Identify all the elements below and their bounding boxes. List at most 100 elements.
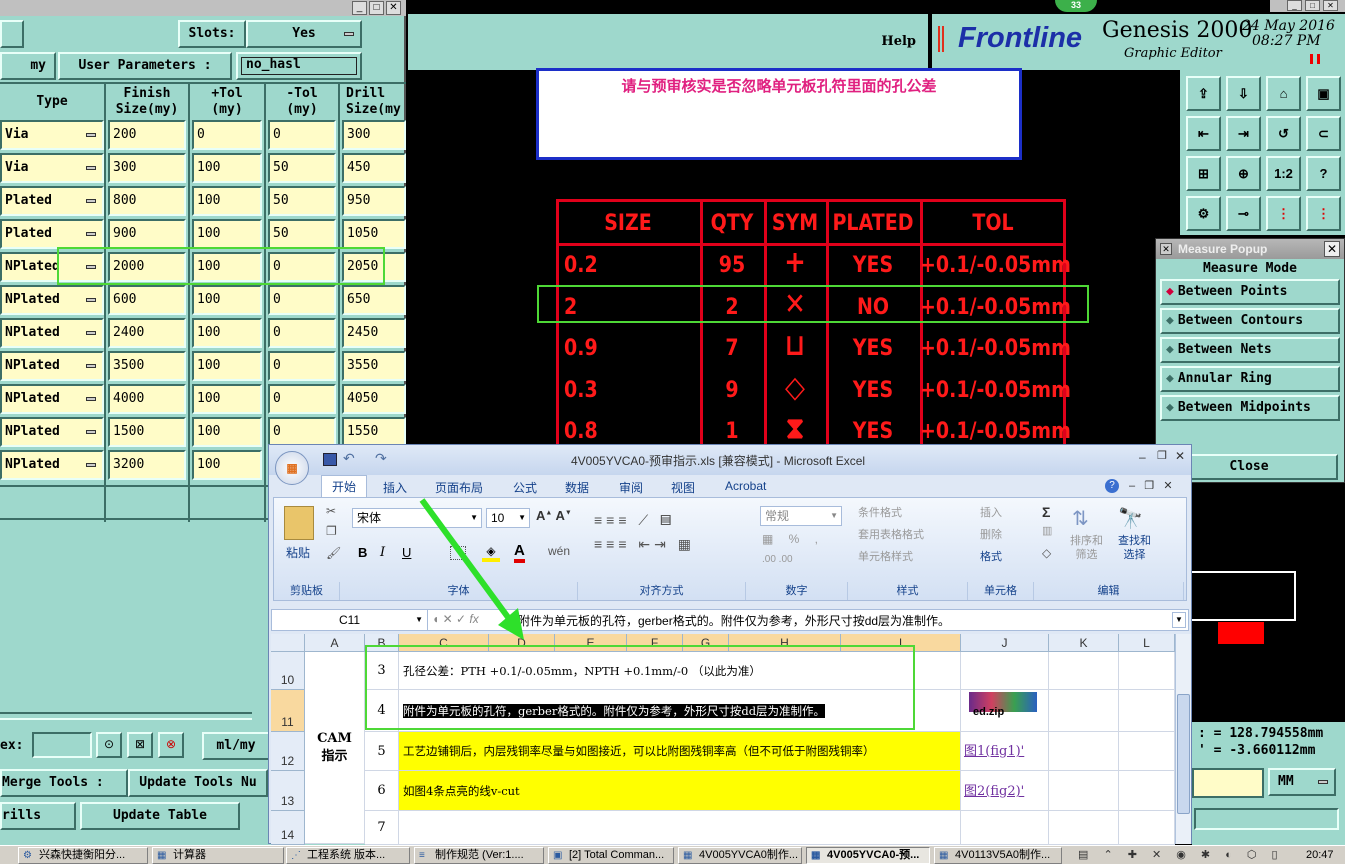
- tool-type-dropdown[interactable]: Plated: [0, 186, 104, 216]
- cell-item[interactable]: 删除: [980, 526, 1002, 542]
- move-right-icon[interactable]: ⇥: [1226, 116, 1261, 151]
- vertical-scrollbar[interactable]: [1175, 634, 1191, 844]
- column-header[interactable]: K: [1049, 634, 1119, 652]
- genesis-minimize-icon[interactable]: _: [1287, 0, 1302, 11]
- paste-label[interactable]: 粘贴: [286, 544, 310, 561]
- tool-type-dropdown[interactable]: NPlated: [0, 417, 104, 447]
- tool-ptol-field[interactable]: 100: [192, 153, 262, 183]
- maximize-icon[interactable]: □: [369, 1, 384, 15]
- popup-close-icon[interactable]: ✕: [1324, 241, 1340, 257]
- download-icon[interactable]: ⇩: [1226, 76, 1261, 111]
- copy-icon[interactable]: ❐: [326, 524, 337, 538]
- tool-mtol-field[interactable]: 0: [268, 120, 336, 150]
- grow-font-icon[interactable]: A▲ A▼: [536, 508, 572, 523]
- italic-button[interactable]: I: [380, 545, 385, 560]
- tool-type-dropdown[interactable]: NPlated: [0, 285, 104, 315]
- measure-option[interactable]: ◆ Annular Ring: [1160, 366, 1340, 392]
- item-number-cell[interactable]: 7: [365, 811, 399, 845]
- tool-ptol-field[interactable]: 100: [192, 384, 262, 414]
- taskbar-item[interactable]: ▦ 计算器: [152, 847, 284, 864]
- tool-type-dropdown[interactable]: Via: [0, 120, 104, 150]
- settings-icon[interactable]: ⚙: [1186, 196, 1221, 231]
- tool-type-dropdown[interactable]: Via: [0, 153, 104, 183]
- alignment-icons[interactable]: ≡≡≡ ⟋ ▤ ≡≡≡ ⇤⇥ ▦: [594, 508, 720, 564]
- undo-icon[interactable]: ↺: [1266, 116, 1301, 151]
- user-params-field[interactable]: no_hasl: [236, 52, 362, 80]
- filter-icon[interactable]: ⊠: [127, 732, 153, 758]
- tool-mtol-field[interactable]: 0: [268, 417, 336, 447]
- bold-button[interactable]: B: [358, 545, 367, 560]
- measure-option[interactable]: ◆ Between Nets: [1160, 337, 1340, 363]
- tool-finish-field[interactable]: 4000: [108, 384, 186, 414]
- redo-icon[interactable]: ↷: [375, 450, 387, 467]
- measure-option[interactable]: ◆ Between Midpoints: [1160, 395, 1340, 421]
- taskbar-item[interactable]: ▦ 4V005YVCA0-预...: [806, 847, 930, 864]
- fill-icon[interactable]: ▥: [1042, 524, 1052, 537]
- attachment-cell[interactable]: 图2(fig2)': [961, 771, 1049, 811]
- tool-finish-field[interactable]: 3200: [108, 450, 186, 480]
- tool-ptol-field[interactable]: 0: [192, 120, 262, 150]
- grid-cell[interactable]: [1049, 732, 1119, 771]
- tool-type-dropdown[interactable]: NPlated: [0, 384, 104, 414]
- decimal-icons[interactable]: .00 .00: [762, 554, 793, 565]
- home-icon[interactable]: ⌂: [1266, 76, 1301, 111]
- row-header[interactable]: 11: [271, 690, 305, 732]
- ribbon-tab[interactable]: 视图: [671, 479, 695, 496]
- cell-item[interactable]: 插入: [980, 504, 1002, 520]
- excel-minimize-icon[interactable]: –: [1139, 450, 1146, 464]
- tool-type-dropdown[interactable]: Plated: [0, 219, 104, 249]
- grid-cell[interactable]: [1049, 811, 1119, 845]
- cut-icon[interactable]: ✂: [326, 504, 336, 518]
- tool-drill-field[interactable]: 2450: [342, 318, 406, 348]
- expand-formula-icon[interactable]: ▼: [1172, 612, 1186, 628]
- grid-cell[interactable]: [1119, 652, 1175, 690]
- fit-icon[interactable]: ⊞: [1186, 156, 1221, 191]
- excel-close-icon[interactable]: ✕: [1175, 449, 1185, 463]
- tool-drill-field[interactable]: 1050: [342, 219, 406, 249]
- ribbon-window-controls[interactable]: – ❐ ✕: [1129, 479, 1173, 492]
- grid-cell[interactable]: [1119, 690, 1175, 732]
- minimize-icon[interactable]: _: [352, 1, 367, 15]
- row-header[interactable]: 12: [271, 732, 305, 771]
- style-item[interactable]: 套用表格格式: [858, 526, 924, 542]
- tool-drill-field[interactable]: 450: [342, 153, 406, 183]
- units-button[interactable]: ml/my: [202, 732, 270, 760]
- save-icon[interactable]: [323, 453, 337, 466]
- sum-icon[interactable]: Σ: [1042, 504, 1050, 520]
- office-button-icon[interactable]: ▦: [275, 451, 309, 485]
- tool-ptol-field[interactable]: 100: [192, 417, 262, 447]
- grid-cell[interactable]: [1049, 690, 1119, 732]
- cell-item[interactable]: 格式: [980, 548, 1002, 564]
- column-header[interactable]: L: [1119, 634, 1175, 652]
- layer-icon[interactable]: ⋮: [1266, 196, 1301, 231]
- left-edge-button[interactable]: [0, 20, 24, 48]
- tool-finish-field[interactable]: 800: [108, 186, 186, 216]
- cam-instruction-cell[interactable]: CAM 指示: [305, 652, 365, 844]
- unit-box[interactable]: my: [0, 52, 56, 80]
- tool-type-dropdown[interactable]: NPlated: [0, 351, 104, 381]
- tool-mtol-field[interactable]: 0: [268, 384, 336, 414]
- ex-input[interactable]: [32, 732, 92, 758]
- clear-icon-ribbon[interactable]: ◇: [1042, 546, 1051, 560]
- tool-mtol-field[interactable]: 50: [268, 186, 336, 216]
- tool-drill-field[interactable]: 650: [342, 285, 406, 315]
- grid-cell[interactable]: [1119, 771, 1175, 811]
- ribbon-tab[interactable]: Acrobat: [725, 479, 766, 493]
- name-box[interactable]: C11 ▼: [272, 610, 428, 630]
- tool-finish-field[interactable]: 1500: [108, 417, 186, 447]
- tray-icons[interactable]: ▤ ⌃ ✚ ✕ ◉ ✱ ◐ ⬡ ▯: [1078, 848, 1284, 861]
- tool-drill-field[interactable]: 300: [342, 120, 406, 150]
- sort-filter-label[interactable]: 排序和 筛选: [1070, 534, 1103, 562]
- style-item[interactable]: 条件格式: [858, 504, 902, 520]
- grid-cell[interactable]: [1049, 771, 1119, 811]
- column-header[interactable]: J: [961, 634, 1049, 652]
- taskbar-item[interactable]: ⚙ 兴森快捷衡阳分...: [18, 847, 148, 864]
- ribbon-tab[interactable]: 开始: [321, 475, 368, 499]
- tool-ptol-field[interactable]: 100: [192, 186, 262, 216]
- row-header[interactable]: 14: [271, 811, 305, 845]
- tool-type-dropdown[interactable]: NPlated: [0, 318, 104, 348]
- find-select-label[interactable]: 查找和 选择: [1118, 534, 1151, 562]
- help-icon[interactable]: ?: [1306, 156, 1341, 191]
- instruction-cell[interactable]: 如图4条点亮的线v-cut: [399, 771, 961, 811]
- measure-option[interactable]: ◆ Between Contours: [1160, 308, 1340, 334]
